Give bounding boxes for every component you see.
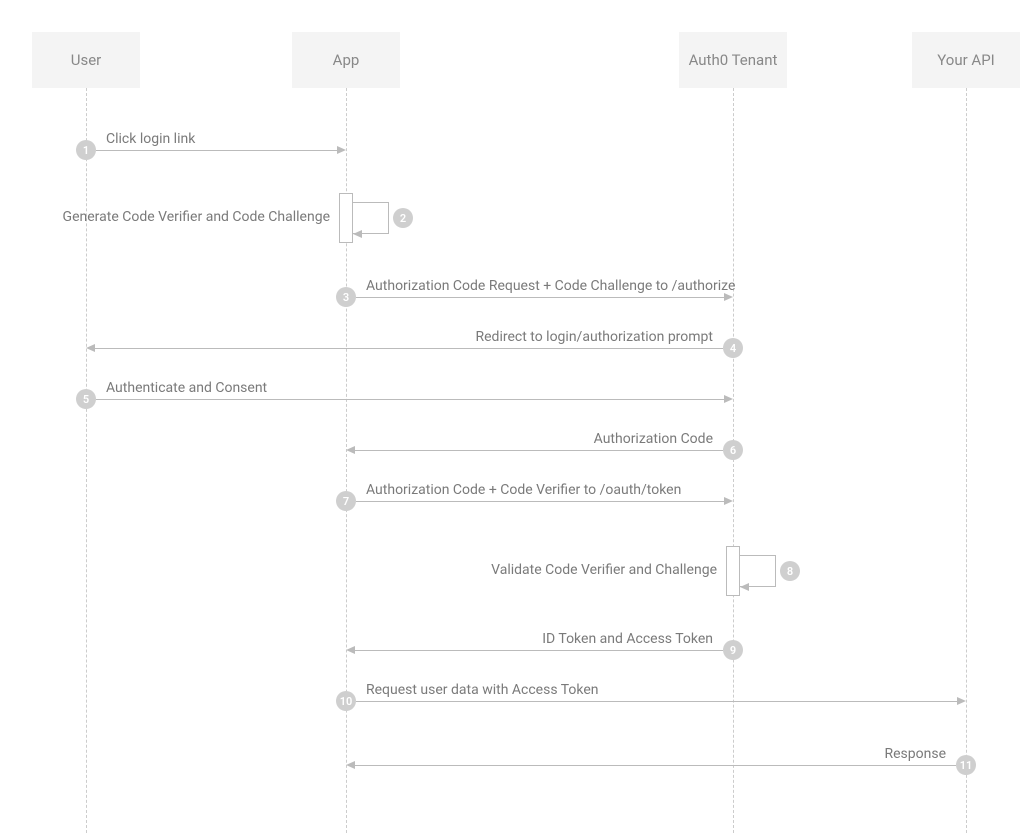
actor-label: Auth0 Tenant bbox=[689, 51, 778, 69]
step-label: Authorization Code Request + Code Challe… bbox=[366, 278, 735, 294]
step-label: Validate Code Verifier and Challenge bbox=[491, 562, 717, 578]
step-arrow bbox=[355, 450, 723, 451]
step-label: Click login link bbox=[106, 131, 195, 147]
step-label: Authorization Code bbox=[594, 431, 713, 447]
arrowhead-icon bbox=[346, 761, 355, 769]
step-badge: 2 bbox=[393, 208, 413, 228]
arrowhead-icon bbox=[346, 646, 355, 654]
step-arrow bbox=[96, 399, 724, 400]
arrowhead-icon bbox=[86, 344, 95, 352]
arrowhead-icon bbox=[724, 293, 733, 301]
step-badge: 11 bbox=[956, 755, 976, 775]
step-label: ID Token and Access Token bbox=[542, 631, 713, 647]
step-label: Authenticate and Consent bbox=[106, 380, 267, 396]
actor-label: App bbox=[333, 51, 360, 69]
step-arrow bbox=[356, 501, 724, 502]
step-arrow bbox=[356, 297, 724, 298]
actor-tenant: Auth0 Tenant bbox=[679, 32, 787, 88]
arrowhead-icon bbox=[337, 146, 346, 154]
step-label: Generate Code Verifier and Code Challeng… bbox=[63, 209, 330, 225]
actor-user: User bbox=[32, 32, 140, 88]
step-badge: 10 bbox=[336, 691, 356, 711]
actor-label: User bbox=[71, 51, 102, 69]
step-arrow bbox=[355, 650, 723, 651]
step-label: Request user data with Access Token bbox=[366, 682, 599, 698]
actor-api: Your API bbox=[912, 32, 1020, 88]
step-arrow bbox=[95, 348, 723, 349]
step-badge: 9 bbox=[723, 640, 743, 660]
step-label: Redirect to login/authorization prompt bbox=[476, 329, 714, 345]
step-label: Authorization Code + Code Verifier to /o… bbox=[366, 482, 681, 498]
activation-bar bbox=[339, 193, 353, 243]
step-label: Response bbox=[884, 746, 946, 762]
arrowhead-icon bbox=[957, 697, 966, 705]
step-arrow bbox=[96, 150, 337, 151]
arrowhead-icon bbox=[346, 446, 355, 454]
sequence-diagram: User App Auth0 Tenant Your API Click log… bbox=[0, 0, 1024, 833]
step-badge: 8 bbox=[780, 561, 800, 581]
lifeline-api bbox=[966, 88, 967, 833]
step-arrow bbox=[356, 701, 957, 702]
step-badge: 1 bbox=[76, 140, 96, 160]
actor-app: App bbox=[292, 32, 400, 88]
step-badge: 3 bbox=[336, 287, 356, 307]
step-badge: 5 bbox=[76, 389, 96, 409]
actor-label: Your API bbox=[937, 51, 995, 69]
step-arrow bbox=[355, 765, 956, 766]
arrowhead-icon bbox=[353, 230, 362, 238]
activation-bar bbox=[726, 546, 740, 596]
step-badge: 4 bbox=[723, 338, 743, 358]
arrowhead-icon bbox=[740, 583, 749, 591]
step-badge: 7 bbox=[336, 491, 356, 511]
arrowhead-icon bbox=[724, 497, 733, 505]
lifeline-user bbox=[86, 88, 87, 833]
arrowhead-icon bbox=[724, 395, 733, 403]
lifeline-tenant bbox=[733, 88, 734, 833]
step-badge: 6 bbox=[723, 440, 743, 460]
